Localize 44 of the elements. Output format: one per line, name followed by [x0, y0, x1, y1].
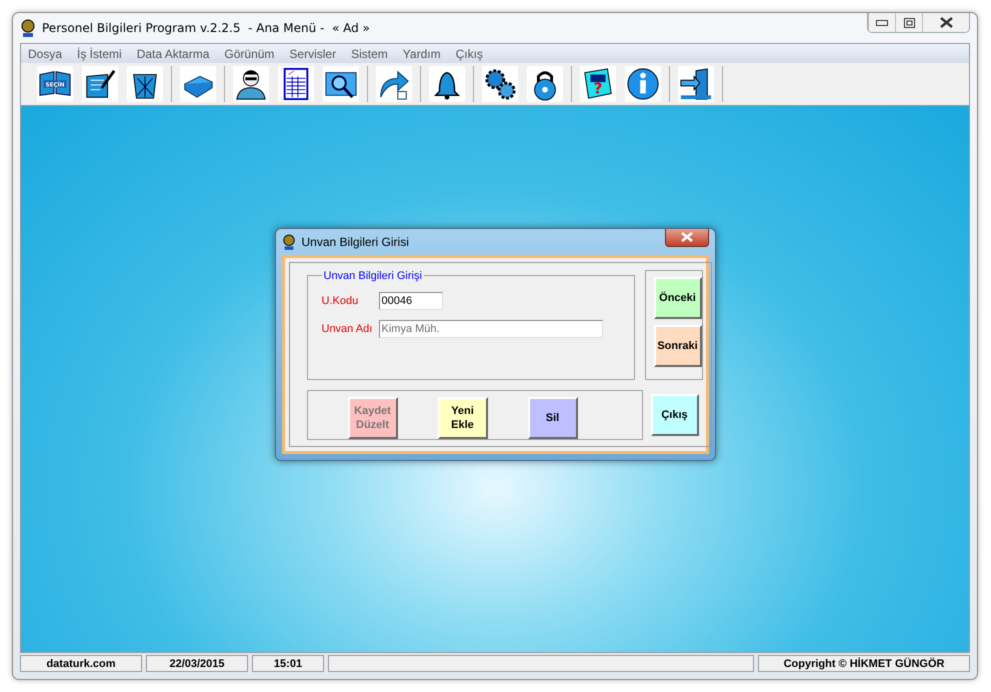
exit-door-icon[interactable] [678, 66, 714, 102]
spreadsheet-icon[interactable] [278, 66, 314, 102]
menu-item[interactable]: Görünüm [224, 46, 274, 60]
minimize-icon [876, 20, 888, 26]
menu-item[interactable]: Servisler [289, 46, 336, 60]
info-icon[interactable] [625, 66, 661, 102]
dialog-title: Unvan Bilgileri Girisi [302, 234, 410, 248]
maximize-button[interactable] [895, 13, 922, 32]
restore-icon [904, 18, 914, 28]
writing-icon[interactable] [82, 66, 118, 102]
menu-item[interactable]: Çıkış [456, 46, 483, 60]
close-button[interactable] [922, 13, 969, 32]
window-title: Personel Bilgileri Program v.2.2.5 - Ana Menü - « Ad » [42, 21, 371, 35]
exit-button[interactable]: Çıkış [650, 394, 698, 436]
search-icon[interactable] [323, 66, 359, 102]
status-cell: 22/03/2015 [146, 655, 248, 672]
menu-item[interactable]: Data Aktarma [136, 46, 210, 60]
status-cell: Copyright © HİKMET GÜNGÖR [758, 655, 970, 672]
padlock-icon[interactable] [527, 66, 563, 102]
status-cell: 15:01 [252, 655, 324, 672]
menu-item[interactable]: Yardım [402, 46, 441, 60]
group-title: Unvan Bilgileri Girişi [322, 270, 423, 282]
dialog-icon [282, 234, 296, 250]
previous-button[interactable]: Önceki [654, 276, 702, 318]
man-icon[interactable] [233, 66, 269, 102]
printer-icon[interactable] [180, 66, 216, 102]
minimize-button[interactable] [868, 13, 895, 32]
wastebasket-icon[interactable] [127, 66, 163, 102]
menu-item[interactable]: Sistem [351, 46, 388, 60]
close-button[interactable] [664, 228, 708, 246]
status-cell: dataturk.com [20, 655, 142, 672]
bell-icon[interactable] [429, 66, 465, 102]
next-button[interactable]: Sonraki [654, 324, 702, 366]
close-icon [940, 17, 952, 28]
menu-item[interactable]: İş İstemi [77, 46, 122, 60]
field-label: Unvan Adı [322, 322, 374, 334]
field-label: U.Kodu [322, 294, 360, 306]
input-field[interactable]: 00046 [378, 292, 442, 310]
app-icon [20, 19, 36, 37]
action-button[interactable]: Sil [528, 396, 578, 438]
action-button[interactable]: Yeni Ekle [438, 396, 488, 438]
gears-icon[interactable] [482, 66, 518, 102]
close-icon [680, 232, 692, 242]
menu-item[interactable]: Dosya [28, 46, 62, 60]
